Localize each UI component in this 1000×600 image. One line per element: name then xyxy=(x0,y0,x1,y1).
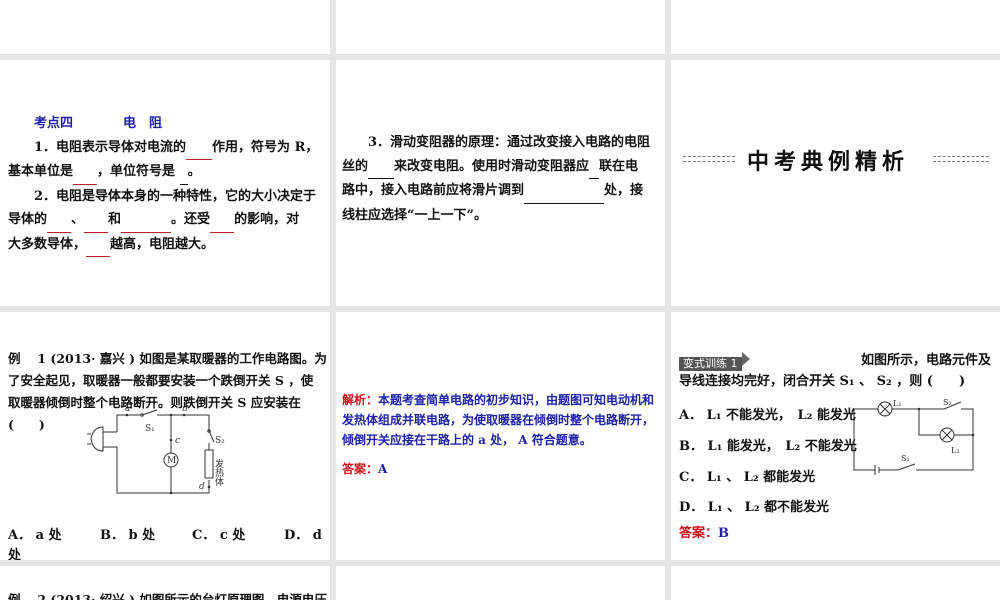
slide-thumbnail-11[interactable] xyxy=(336,566,665,600)
answer: 答案：B xyxy=(679,522,729,546)
slide-thumbnail-5[interactable]: 3．滑动变阻器的原理：通过改变接入电路的电阻 丝的 来改变电阻。使用时滑动变阻器… xyxy=(336,60,665,306)
option-b[interactable]: B． b 处 xyxy=(100,524,155,543)
text: 大多数导体， xyxy=(8,236,87,252)
dashed-divider-left xyxy=(683,156,735,162)
answer-label: 答案： xyxy=(342,462,379,476)
answer-value: B xyxy=(718,526,730,541)
label-c: c xyxy=(175,436,180,446)
text: 的影响，对 xyxy=(234,212,300,227)
answer-label: 答案： xyxy=(679,526,719,541)
option-a[interactable]: A． a 处 xyxy=(8,524,62,543)
text: 1．电阻表示导体对电流的 xyxy=(34,139,187,155)
question: 例 2 (2013· 绍兴 ) 如图所示的台灯原理图，电源电压 xyxy=(8,592,327,600)
label-l1: L₁ xyxy=(893,399,902,408)
question-line-1: 如图所示，电路元件及 xyxy=(861,353,992,368)
option-d-wrap: 处 xyxy=(8,548,22,560)
text: 导体的 xyxy=(8,212,48,227)
option-c[interactable]: C． c 处 xyxy=(192,524,245,543)
text: 、 xyxy=(71,212,85,227)
slide-thumbnail-9[interactable]: 变式训练 1 如图所示，电路元件及 导线连接均完好，闭合开关 S₁ 、 S₂ ，… xyxy=(671,312,1000,560)
slide-thumbnail-6[interactable]: 中考典例精析 xyxy=(671,60,1000,306)
option-a[interactable]: A． L₁ 不能发光， L₂ 能发光 xyxy=(679,404,856,423)
option-d[interactable]: D． L₁ 、 L₂ 都不能发光 xyxy=(679,496,829,515)
analysis-label: 解析： xyxy=(342,393,379,407)
heater-circuit-diagram: a b c d S₁ S₂ M 发热体 xyxy=(87,407,225,495)
label-l2: L₂ xyxy=(951,446,960,455)
slide-thumbnail-4[interactable]: 考点四 电 阻 1．电阻表示导体对电流的 作用，符号为 R， 基本单位是 ，单位符… xyxy=(0,60,330,306)
dashed-divider-right xyxy=(933,156,989,162)
slide-body: 3．滑动变阻器的原理：通过改变接入电路的电阻 丝的 来改变电阻。使用时滑动变阻器… xyxy=(342,131,664,227)
label-s1: S₁ xyxy=(145,424,155,434)
text: 。还受 xyxy=(171,212,211,227)
text: 2．电阻是导体本身的一种特性，它的大小决定于 xyxy=(34,188,317,204)
label-d: d xyxy=(199,482,205,492)
topic-label: 考点四 xyxy=(34,116,74,131)
slide-thumbnail-1[interactable] xyxy=(0,0,330,54)
option-d[interactable]: D． d xyxy=(284,524,322,543)
label-motor: M xyxy=(167,456,176,466)
text: 3．滑动变阻器的原理：通过改变接入电路的电阻 xyxy=(368,135,651,150)
section-title: 中考典例精析 xyxy=(747,150,910,175)
analysis-text: 本题考查简单电路的初步知识，由题图可知电动机和发热体组成并联电路，为使取暖器在倾… xyxy=(342,393,655,447)
label-s2: S₂ xyxy=(215,436,225,446)
slide-thumbnail-7[interactable]: 例 1 (2013· 嘉兴 ) 如图是某取暖器的工作电路图。为 了安全起见，取暖… xyxy=(0,312,330,560)
text: 了安全起见，取暖器一般都要安装一个跌倒开关 S ，使 xyxy=(8,373,314,388)
text: 路中，接入电路前应将滑片调到 xyxy=(342,183,525,198)
heater-resistor xyxy=(204,449,214,479)
answer: 答案：A xyxy=(342,458,387,482)
text: ，单位符号是 xyxy=(97,164,176,179)
text: 越高，电阻越大。 xyxy=(110,236,215,252)
text: 联在电 xyxy=(599,158,639,174)
text: 。 xyxy=(187,164,201,179)
text: 例 1 (2013· 嘉兴 ) 如图是某取暖器的工作电路图。为 xyxy=(8,351,327,366)
label-heater: 发热体 xyxy=(213,458,224,487)
analysis: 解析：本题考查简单电路的初步知识，由题图可知电动机和发热体组成并联电路，为使取暖… xyxy=(342,390,660,450)
slide-thumbnail-10[interactable]: 例 2 (2013· 绍兴 ) 如图所示的台灯原理图，电源电压 xyxy=(0,566,330,600)
answer-value: A xyxy=(378,462,388,476)
lamp-l1-icon xyxy=(877,401,893,417)
text: 基本单位是 xyxy=(8,164,74,179)
text: 丝的 xyxy=(342,158,369,174)
text: 作用，符号为 R， xyxy=(212,139,319,155)
label-s1: S₁ xyxy=(901,454,910,463)
text: 来改变电阻。使用时滑动变阻器应 xyxy=(394,158,590,174)
option-c[interactable]: C． L₁ 、 L₂ 都能发光 xyxy=(679,466,815,485)
slide-body: 考点四 电 阻 1．电阻表示导体对电流的 作用，符号为 R， 基本单位是 ，单位符… xyxy=(8,112,328,257)
label-b: b xyxy=(182,407,188,414)
lamp-circuit-diagram: L₁ L₂ S₂ S₁ xyxy=(853,398,975,475)
slide-thumbnail-3[interactable] xyxy=(671,0,1000,54)
text: 和 xyxy=(108,212,122,227)
slide-thumbnail-2[interactable] xyxy=(336,0,665,54)
variant-training-tag: 变式训练 1 xyxy=(679,352,750,371)
topic-title: 电 阻 xyxy=(123,116,163,131)
question-line-2: 导线连接均完好，闭合开关 S₁ 、 S₂ ，则 ( ) xyxy=(679,374,966,389)
lamp-l2-icon xyxy=(939,427,955,443)
text: 线柱应选择“一上一下”。 xyxy=(342,207,487,223)
option-b[interactable]: B． L₁ 能发光， L₂ 不能发光 xyxy=(679,435,857,454)
slide-thumbnail-12[interactable] xyxy=(671,566,1000,600)
label-a: a xyxy=(125,407,130,414)
text: 处，接 xyxy=(604,183,644,198)
label-s2: S₂ xyxy=(943,398,952,407)
slide-thumbnail-8[interactable]: 解析：本题考查简单电路的初步知识，由题图可知电动机和发热体组成并联电路，为使取暖… xyxy=(336,312,665,560)
